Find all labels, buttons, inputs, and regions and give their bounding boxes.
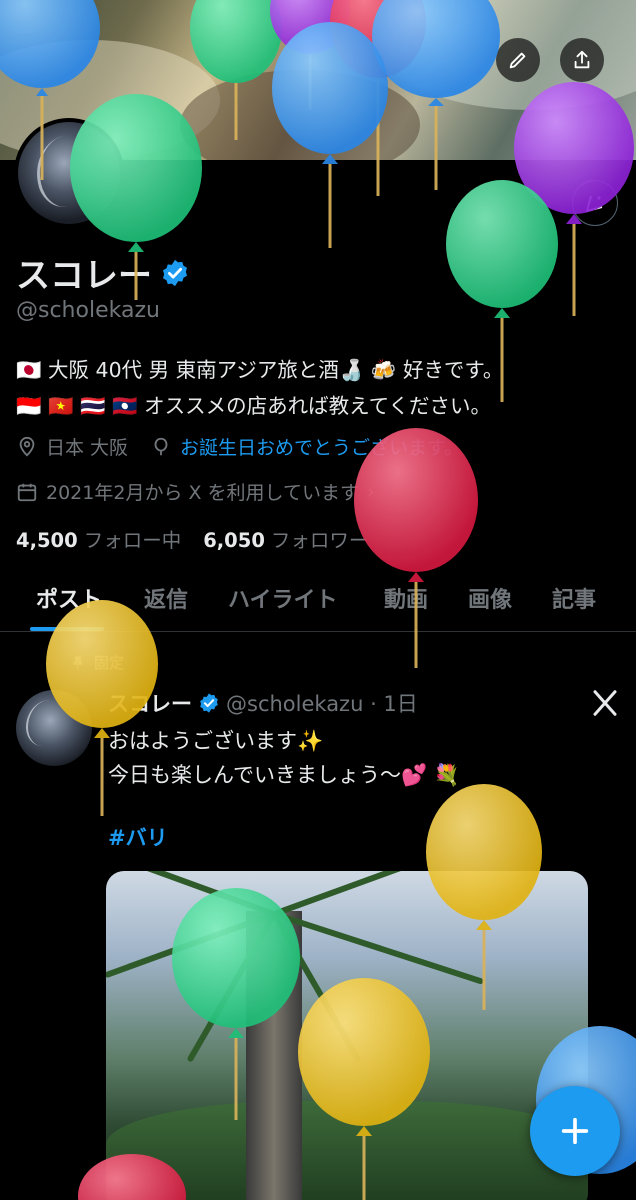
bio-line: 🇯🇵 大阪 40代 男 東南アジア旅と酒🍶 🍻 好きです。 [16, 358, 504, 382]
image-trees [106, 1101, 588, 1200]
profile-handle: @scholekazu [16, 298, 160, 323]
edit-button[interactable] [496, 38, 540, 82]
followers-label: フォロワー [270, 529, 369, 552]
birthday-link[interactable]: お誕生日おめでとうございます。 [180, 433, 463, 460]
tab-replies[interactable]: 返信 [144, 582, 188, 614]
post-avatar[interactable] [16, 690, 92, 766]
bio-line: 🇮🇩 🇻🇳 🇹🇭 🇱🇦 オススメの店あれば教えてください。 [16, 394, 492, 418]
birthday-button[interactable] [572, 180, 618, 226]
profile-meta-location: 日本 大阪 お誕生日おめでとうございます。 [16, 433, 463, 460]
banner-art [180, 70, 420, 160]
post-line: 今日も楽しんでいきましょう〜💕 💐 [108, 763, 460, 787]
post-image[interactable] [106, 871, 588, 1200]
following-count: 4,500 [16, 529, 78, 552]
post-body: おはようございます✨ 今日も楽しんでいきましょう〜💕 💐 [108, 724, 460, 792]
chevron-right-icon[interactable]: › [367, 481, 375, 503]
balloon-red [354, 428, 478, 668]
pinned-label: 固定 [70, 652, 124, 673]
post-author-name[interactable]: スコレー [108, 688, 192, 718]
verified-badge-icon[interactable] [160, 258, 190, 288]
pin-post-icon [73, 656, 83, 669]
follow-stats: 4,500 フォロー中 6,050 フォロワー [16, 524, 368, 553]
balloon-icon [154, 437, 168, 455]
followers-link[interactable]: 6,050 フォロワー [203, 524, 368, 553]
tab-images[interactable]: 画像 [468, 582, 512, 614]
grok-icon[interactable] [590, 688, 620, 718]
active-tab-indicator [30, 627, 104, 631]
tab-articles[interactable]: 記事 [552, 582, 596, 614]
joined-text: 2021年2月から X を利用しています [46, 482, 359, 504]
share-button[interactable] [560, 38, 604, 82]
profile-name-row: スコレー [16, 248, 190, 297]
profile-avatar[interactable] [14, 118, 124, 228]
image-frond [272, 871, 463, 917]
plus-icon [561, 1117, 589, 1145]
location-text: 日本 大阪 [46, 437, 129, 459]
avatar-art [29, 130, 103, 212]
party-icon [586, 195, 603, 212]
profile-bio: 🇯🇵 大阪 40代 男 東南アジア旅と酒🍶 🍻 好きです。 🇮🇩 🇻🇳 🇹🇭 🇱… [16, 352, 616, 424]
tab-videos[interactable]: 動画 [384, 582, 428, 614]
post-header: スコレー @scholekazu · 1日 [108, 688, 418, 718]
pin-icon [19, 436, 35, 457]
pinned-text: 固定 [94, 654, 125, 672]
profile-tabs: ポスト 返信 ハイライト 動画 画像 記事 [0, 574, 636, 632]
profile-meta-joined: 2021年2月から X を利用しています › [16, 478, 375, 505]
followers-count: 6,050 [203, 529, 265, 552]
post-line: おはようございます✨ [108, 729, 324, 753]
pencil-icon [509, 52, 526, 69]
share-icon [574, 50, 590, 69]
tab-highlights[interactable]: ハイライト [228, 582, 338, 614]
tab-posts[interactable]: ポスト [36, 582, 102, 614]
profile-name: スコレー [16, 256, 152, 296]
calendar-icon [17, 483, 37, 501]
following-label: フォロー中 [83, 529, 182, 552]
compose-button[interactable] [530, 1086, 620, 1176]
verified-badge-icon [200, 693, 218, 713]
following-link[interactable]: 4,500 フォロー中 [16, 524, 181, 553]
avatar-art [26, 700, 66, 746]
image-frond [106, 871, 276, 917]
post-handle-time: @scholekazu · 1日 [226, 692, 418, 716]
post-hashtag[interactable]: #バリ [108, 822, 168, 852]
